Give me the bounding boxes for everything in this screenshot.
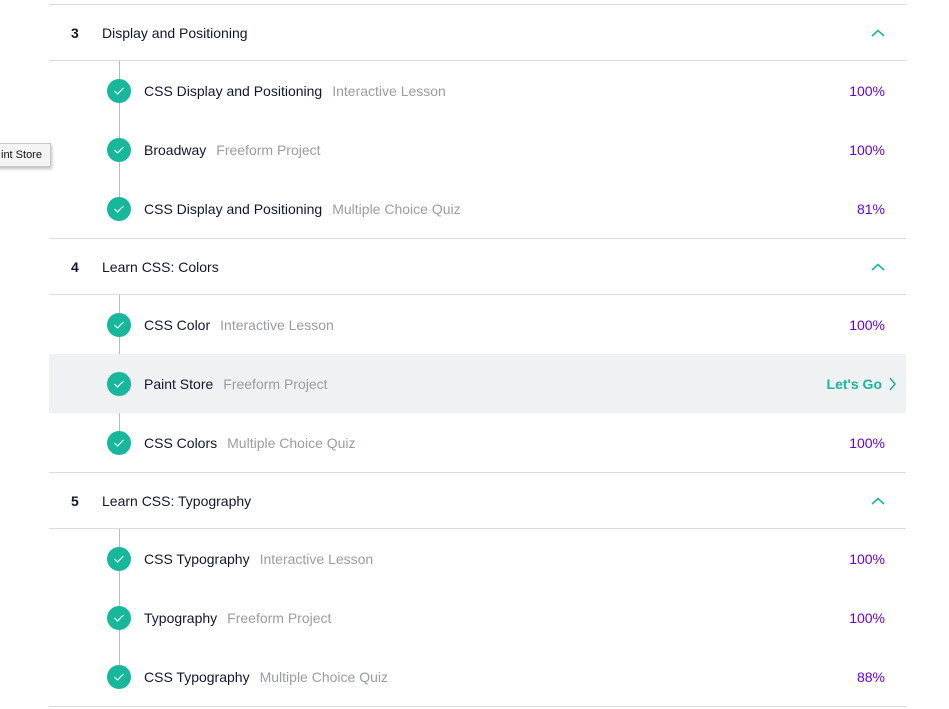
lets-go-link[interactable]: Let's Go [827, 376, 896, 392]
item-title: CSS Typography Interactive Lesson [144, 551, 373, 567]
list-item[interactable]: CSS Typography Multiple Choice Quiz 88% [49, 647, 906, 706]
section-number: 5 [71, 492, 79, 509]
check-circle-icon [107, 606, 131, 630]
section-number: 3 [71, 24, 79, 41]
item-title: CSS Display and Positioning Interactive L… [144, 83, 446, 99]
item-type: Interactive Lesson [259, 550, 374, 567]
item-type: Multiple Choice Quiz [332, 200, 461, 217]
list-item[interactable]: CSS Display and Positioning Interactive L… [49, 61, 906, 120]
check-circle-icon [107, 431, 131, 455]
progress-percent: 100% [849, 316, 885, 333]
progress-percent: 88% [856, 668, 885, 685]
list-item[interactable]: CSS Color Interactive Lesson 100% [49, 295, 906, 354]
section-4: 4 Learn CSS: Colors CSS Color Interactive… [49, 239, 906, 473]
progress-percent: 100% [849, 609, 885, 626]
check-circle-icon [107, 372, 131, 396]
check-circle-icon [107, 138, 131, 162]
progress-percent: 100% [849, 434, 885, 451]
item-type: Multiple Choice Quiz [227, 434, 356, 451]
check-circle-icon [107, 313, 131, 337]
item-type: Interactive Lesson [332, 82, 446, 99]
item-name: CSS Display and Positioning [144, 200, 323, 217]
chevron-up-icon[interactable] [871, 263, 885, 271]
item-type: Interactive Lesson [220, 316, 334, 333]
item-name: CSS Typography [144, 550, 250, 567]
item-title: CSS Typography Multiple Choice Quiz [144, 669, 388, 685]
item-type: Freeform Project [223, 375, 328, 392]
section-title: Learn CSS: Colors [102, 258, 219, 275]
item-title: CSS Display and Positioning Multiple Choi… [144, 201, 461, 217]
item-name: Paint Store [144, 375, 214, 392]
progress-percent: 81% [856, 200, 885, 217]
list-item[interactable]: Typography Freeform Project 100% [49, 588, 906, 647]
list-item[interactable]: Broadway Freeform Project 100% [49, 120, 906, 179]
check-circle-icon [107, 197, 131, 221]
item-name: CSS Display and Positioning [144, 82, 323, 99]
progress-percent: 100% [849, 82, 885, 99]
syllabus-list: 3 Display and Positioning CSS Display an… [49, 4, 906, 707]
progress-percent: 100% [849, 141, 885, 158]
tooltip-text: int Store [1, 149, 42, 161]
chevron-right-icon [889, 377, 896, 390]
list-item[interactable]: CSS Colors Multiple Choice Quiz 100% [49, 413, 906, 472]
section-header[interactable]: 5 Learn CSS: Typography [49, 473, 906, 529]
item-name: CSS Color [144, 316, 211, 333]
section-title: Display and Positioning [102, 24, 248, 41]
item-title: Broadway Freeform Project [144, 142, 321, 158]
section-header[interactable]: 4 Learn CSS: Colors [49, 239, 906, 295]
item-title: Typography Freeform Project [144, 610, 331, 626]
item-type: Multiple Choice Quiz [259, 668, 388, 685]
section-items: CSS Display and Positioning Interactive L… [49, 61, 906, 238]
section-items: CSS Typography Interactive Lesson 100% Ty… [49, 529, 906, 706]
section-5: 5 Learn CSS: Typography CSS Typography In… [49, 473, 906, 707]
list-item[interactable]: CSS Display and Positioning Multiple Choi… [49, 179, 906, 238]
check-circle-icon [107, 547, 131, 571]
item-title: Paint Store Freeform Project [144, 376, 328, 392]
progress-percent: 100% [849, 550, 885, 567]
item-title: CSS Color Interactive Lesson [144, 317, 334, 333]
item-name: CSS Colors [144, 434, 218, 451]
check-circle-icon [107, 665, 131, 689]
section-header[interactable]: 3 Display and Positioning [49, 5, 906, 61]
lets-go-label: Let's Go [826, 375, 882, 392]
item-name: Broadway [144, 141, 207, 158]
item-name: CSS Typography [144, 668, 250, 685]
section-number: 4 [71, 258, 79, 275]
section-3: 3 Display and Positioning CSS Display an… [49, 5, 906, 239]
chevron-up-icon[interactable] [871, 29, 885, 37]
item-type: Freeform Project [227, 609, 332, 626]
section-title: Learn CSS: Typography [102, 492, 252, 509]
tooltip: int Store [0, 143, 51, 167]
list-item-active[interactable]: Paint Store Freeform Project Let's Go [49, 354, 906, 413]
item-type: Freeform Project [216, 141, 321, 158]
item-name: Typography [144, 609, 218, 626]
syllabus-page: int Store 3 Display and Positioning CSS … [0, 0, 949, 709]
section-items: CSS Color Interactive Lesson 100% Paint S… [49, 295, 906, 472]
item-title: CSS Colors Multiple Choice Quiz [144, 435, 356, 451]
check-circle-icon [107, 79, 131, 103]
list-item[interactable]: CSS Typography Interactive Lesson 100% [49, 529, 906, 588]
chevron-up-icon[interactable] [871, 497, 885, 505]
